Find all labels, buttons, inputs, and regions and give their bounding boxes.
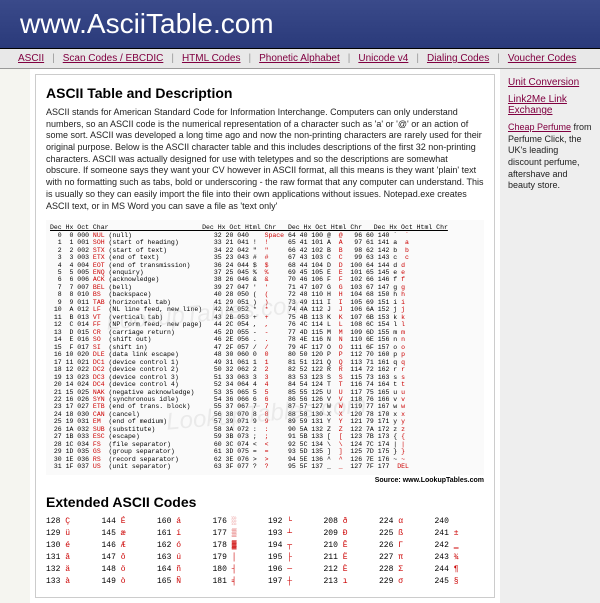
ext-cell: 177 ▒ — [213, 528, 263, 539]
ext-cell: 226 Γ — [379, 540, 429, 551]
page-heading: ASCII Table and Description — [46, 85, 484, 101]
sidebar: Unit Conversion Link2Me Link Exchange Ch… — [500, 69, 600, 603]
ext-cell: 181 ╡ — [213, 576, 263, 587]
sidebar-ad: Cheap Perfume from Perfume Click, the UK… — [508, 122, 592, 192]
ad-link[interactable]: Cheap Perfume — [508, 122, 571, 132]
ext-cell: 211 Ë — [324, 552, 374, 563]
ext-cell: 164 ñ — [157, 564, 207, 575]
nav-link-dialing-codes[interactable]: Dialing Codes — [427, 53, 489, 64]
ext-cell: 196 ─ — [268, 564, 318, 575]
ext-cell: 242 ‗ — [435, 540, 485, 551]
ext-cell: 229 σ — [379, 576, 429, 587]
ext-cell: 224 α — [379, 516, 429, 527]
ext-cell: 193 ┴ — [268, 528, 318, 539]
ext-cell: 195 ├ — [268, 552, 318, 563]
ext-cell: 241 ± — [435, 528, 485, 539]
ext-cell: 162 ó — [157, 540, 207, 551]
ext-cell: 178 ▓ — [213, 540, 263, 551]
ext-cell: 129 ü — [46, 528, 96, 539]
ext-cell: 161 í — [157, 528, 207, 539]
sidebar-link-unit[interactable]: Unit Conversion — [508, 77, 592, 88]
site-header: www.AsciiTable.com — [0, 0, 600, 49]
ext-cell: 147 ô — [102, 552, 152, 563]
ext-cell: 146 Æ — [102, 540, 152, 551]
ext-cell: 176 ░ — [213, 516, 263, 527]
extended-heading: Extended ASCII Codes — [46, 494, 484, 510]
left-gutter — [0, 69, 30, 603]
nav-link-unicode-v-[interactable]: Unicode v4 — [358, 53, 408, 64]
nav-link-voucher-codes[interactable]: Voucher Codes — [508, 53, 576, 64]
site-title: www.AsciiTable.com — [20, 8, 580, 40]
ext-cell: 128 Ç — [46, 516, 96, 527]
main-nav: ASCII|Scan Codes / EBCDIC|HTML Codes|Pho… — [0, 49, 600, 69]
ext-cell: 208 ð — [324, 516, 374, 527]
ext-cell: 144 É — [102, 516, 152, 527]
ext-cell: 210 Ê — [324, 540, 374, 551]
extended-ascii-grid: 128 Ç 144 É 160 á 176 ░ 192 └ 208 ð 224 α 240 ­… — [46, 516, 484, 587]
nav-link-html-codes[interactable]: HTML Codes — [182, 53, 241, 64]
ext-cell: 225 ß — [379, 528, 429, 539]
ext-cell: 180 ┤ — [213, 564, 263, 575]
ext-cell: 130 é — [46, 540, 96, 551]
ext-cell: 228 Σ — [379, 564, 429, 575]
table-source: Source: www.LookupTables.com — [46, 477, 484, 484]
ext-cell: 163 ú — [157, 552, 207, 563]
ext-cell: 243 ¾ — [435, 552, 485, 563]
nav-link-ascii[interactable]: ASCII — [18, 53, 44, 64]
ext-cell: 179 │ — [213, 552, 263, 563]
nav-link-scan-codes-ebcdic[interactable]: Scan Codes / EBCDIC — [63, 53, 164, 64]
ext-cell: 244 ¶ — [435, 564, 485, 575]
ext-cell: 213 ı — [324, 576, 374, 587]
ext-cell: 192 └ — [268, 516, 318, 527]
ext-cell: 148 ö — [102, 564, 152, 575]
ad-text: from Perfume Click, the UK's leading dis… — [508, 122, 592, 190]
ext-cell: 131 â — [46, 552, 96, 563]
main-content: ASCII Table and Description ASCII stands… — [35, 74, 495, 598]
ascii-table-image: Dec Hx Oct Char Dec Hx Oct Html Chr Dec … — [46, 220, 484, 474]
ext-cell: 145 æ — [102, 528, 152, 539]
ext-cell: 227 π — [379, 552, 429, 563]
ext-cell: 194 ┬ — [268, 540, 318, 551]
ext-cell: 160 á — [157, 516, 207, 527]
ext-cell: 212 È — [324, 564, 374, 575]
nav-link-phonetic-alphabet[interactable]: Phonetic Alphabet — [259, 53, 340, 64]
sidebar-link-link2me[interactable]: Link2Me Link Exchange — [508, 94, 592, 116]
intro-paragraph: ASCII stands for American Standard Code … — [46, 107, 484, 212]
ext-cell: 209 Ð — [324, 528, 374, 539]
ext-cell: 240 ­ — [435, 516, 485, 527]
ext-cell: 197 ┼ — [268, 576, 318, 587]
ext-cell: 149 ò — [102, 576, 152, 587]
ext-cell: 133 à — [46, 576, 96, 587]
ext-cell: 165 Ñ — [157, 576, 207, 587]
ext-cell: 132 ä — [46, 564, 96, 575]
ext-cell: 245 § — [435, 576, 485, 587]
